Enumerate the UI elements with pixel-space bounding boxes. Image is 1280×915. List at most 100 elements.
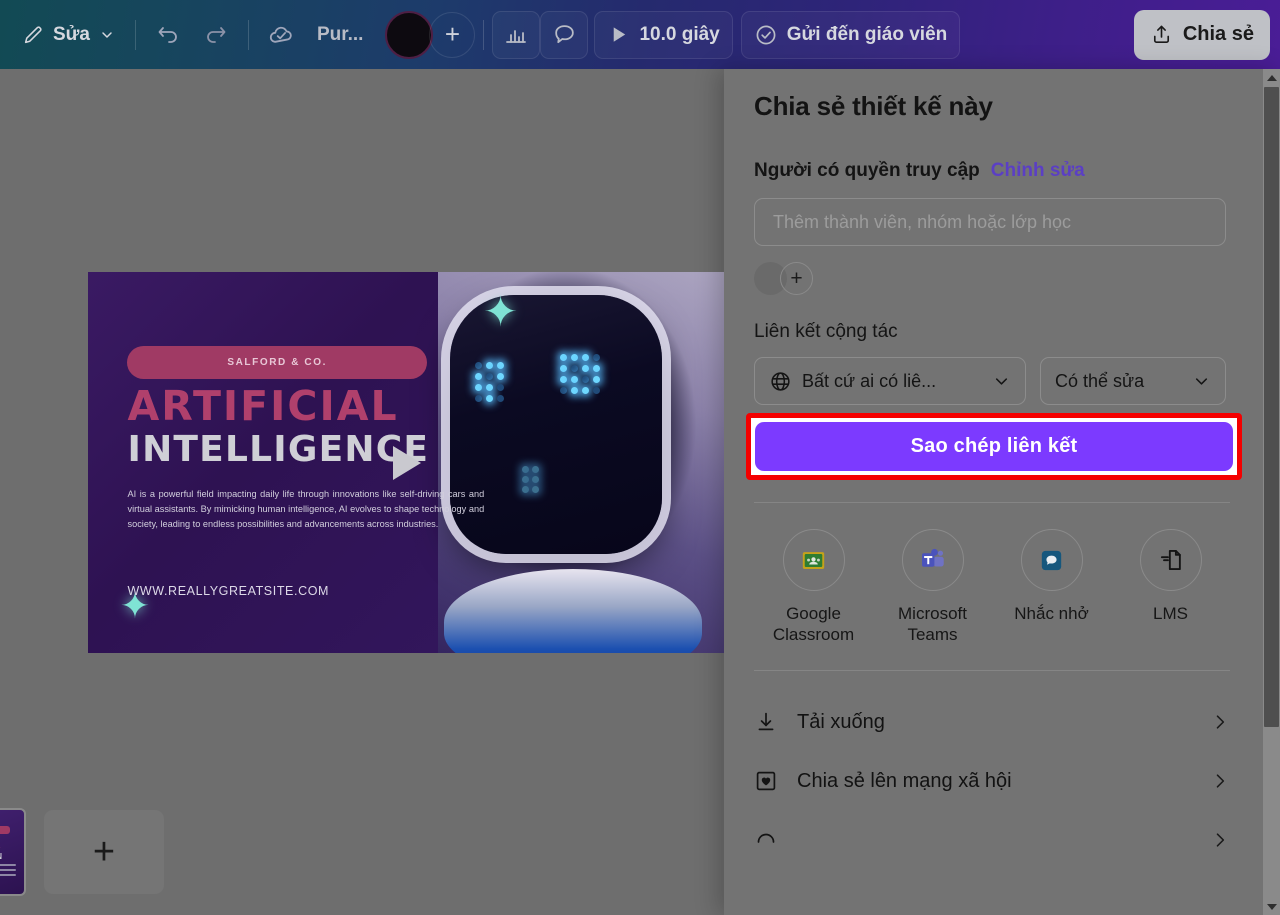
top-toolbar: Sửa Pur... + 10.0 giây Gửi đến giáo viên… — [0, 0, 1280, 69]
analytics-button[interactable] — [492, 10, 541, 59]
menu-item-label: Chia sẻ lên mạng xã hội — [797, 769, 1012, 792]
share-app-remind[interactable]: Nhắc nhở — [992, 529, 1111, 646]
brand-pill-label: SALFORD & CO. — [227, 356, 328, 368]
collab-dropdown-row: Bất cứ ai có liê... Có thể sửa — [754, 357, 1250, 405]
panel-scrollbar[interactable] — [1263, 69, 1280, 915]
google-classroom-icon — [782, 529, 845, 591]
design-canvas[interactable]: ✦ ✦ SALFORD & CO. ARTIFICIAL INTELLIGENC… — [88, 272, 725, 653]
share-app-label: Nhắc nhở — [1014, 604, 1089, 623]
design-headline-line2: INTELLIGENCE — [127, 429, 430, 471]
add-member-button[interactable]: + — [780, 262, 813, 295]
send-to-teacher-label: Gửi đến giáo viên — [786, 23, 948, 45]
undo-icon — [156, 23, 180, 47]
comment-bubble-icon — [552, 22, 577, 47]
share-app-google-classroom[interactable]: Google Classroom — [754, 529, 873, 646]
four-point-star-icon: ✦ — [482, 288, 519, 336]
send-to-teacher-button[interactable]: Gửi đến giáo viên — [740, 10, 961, 59]
comments-button[interactable] — [540, 10, 589, 59]
panel-divider-2 — [754, 669, 1230, 671]
share-app-label: Microsoft Teams — [898, 604, 967, 645]
scroll-down-arrow[interactable] — [1263, 898, 1280, 915]
access-label: Người có quyền truy cập — [754, 160, 980, 181]
remind-icon — [1020, 529, 1083, 591]
access-edit-link[interactable]: Chỉnh sửa — [991, 160, 1085, 182]
toolbar-divider-3 — [483, 19, 485, 50]
bar-chart-icon — [504, 23, 528, 47]
add-color-label: + — [444, 19, 461, 49]
share-upload-icon — [1150, 23, 1173, 46]
link-permission-value: Có thể sửa — [1055, 370, 1145, 391]
play-icon[interactable] — [392, 445, 421, 480]
cloud-check-icon — [268, 21, 295, 48]
add-member-plus-label: + — [790, 267, 803, 290]
add-page-label: + — [92, 831, 116, 873]
share-menu-list: Tải xuống Chia sẻ lên mạng xã hội — [754, 693, 1230, 870]
document-title-label: Pur... — [317, 23, 364, 45]
document-title[interactable]: Pur... — [305, 11, 375, 59]
chevron-down-icon — [99, 27, 115, 43]
menu-item-download[interactable]: Tải xuống — [754, 693, 1230, 752]
page-thumbnail[interactable]: A IN — [0, 808, 26, 896]
chevron-down-icon — [992, 372, 1011, 391]
share-app-label: LMS — [1153, 604, 1188, 623]
design-website-url: WWW.REALLYGREATSITE.COM — [127, 584, 330, 599]
color-swatch-group: + — [385, 10, 476, 59]
scroll-up-arrow[interactable] — [1263, 69, 1280, 86]
chevron-right-icon — [1210, 830, 1230, 850]
share-panel: Chia sẻ thiết kế này Người có quyền truy… — [724, 69, 1280, 915]
partial-icon — [754, 828, 778, 852]
chevron-right-icon — [1210, 712, 1230, 732]
download-icon — [754, 710, 778, 734]
share-app-lms[interactable]: LMS — [1111, 529, 1230, 646]
add-member-placeholder: Thêm thành viên, nhóm hoặc lớp học — [773, 211, 1071, 232]
robot-body-image — [444, 569, 703, 653]
share-apps-row: Google Classroom Microsoft Teams Nhắc nh… — [754, 529, 1230, 646]
thumbnail-pill — [0, 826, 10, 834]
access-header: Người có quyền truy cập Chỉnh sửa — [754, 160, 1250, 182]
design-headline-line1: ARTIFICIAL — [127, 382, 399, 431]
add-page-button[interactable]: + — [44, 810, 164, 894]
share-button[interactable]: Chia sẻ — [1133, 9, 1270, 60]
preview-duration-button[interactable]: 10.0 giây — [594, 10, 733, 59]
menu-item-label: Tải xuống — [797, 710, 885, 733]
menu-item-partial[interactable] — [754, 811, 1230, 870]
lms-document-icon — [1139, 529, 1202, 591]
edit-mode-label: Sửa — [53, 23, 90, 45]
link-permission-dropdown[interactable]: Có thể sửa — [1040, 357, 1226, 405]
share-button-label: Chia sẻ — [1182, 23, 1254, 45]
check-circle-icon — [754, 23, 778, 47]
share-app-microsoft-teams[interactable]: Microsoft Teams — [873, 529, 992, 646]
globe-icon — [769, 370, 792, 393]
design-body-text: AI is a powerful field impacting daily l… — [127, 489, 485, 530]
duration-label: 10.0 giây — [639, 23, 720, 45]
microsoft-teams-icon — [901, 529, 964, 591]
chevron-down-icon — [1192, 372, 1211, 391]
redo-icon — [204, 23, 228, 47]
copy-link-highlight: Sao chép liên kết — [746, 413, 1242, 480]
menu-item-share-social[interactable]: Chia sẻ lên mạng xã hội — [754, 752, 1230, 811]
cloud-save-status-button[interactable] — [257, 11, 305, 59]
undo-button[interactable] — [144, 11, 192, 59]
add-member-input[interactable]: Thêm thành viên, nhóm hoặc lớp học — [754, 198, 1226, 246]
panel-divider-1 — [754, 502, 1230, 503]
thumbnail-headline1: A — [0, 840, 1, 850]
color-swatch[interactable] — [385, 10, 434, 59]
link-visibility-dropdown[interactable]: Bất cứ ai có liê... — [754, 357, 1026, 405]
edit-mode-button[interactable]: Sửa — [10, 11, 127, 59]
thumbnail-headline2: IN — [0, 852, 2, 861]
heart-square-icon — [754, 769, 778, 793]
link-visibility-value: Bất cứ ai có liê... — [802, 370, 937, 391]
brand-pill: SALFORD & CO. — [127, 346, 427, 379]
redo-button[interactable] — [192, 11, 240, 59]
chevron-right-icon — [1210, 771, 1230, 791]
panel-title: Chia sẻ thiết kế này — [754, 91, 993, 121]
copy-link-button[interactable]: Sao chép liên kết — [755, 422, 1233, 471]
share-app-label: Google Classroom — [772, 604, 855, 645]
thumbnail-body-lines — [0, 864, 16, 879]
play-icon — [607, 23, 630, 46]
collab-section-title: Liên kết cộng tác — [754, 321, 898, 342]
member-avatars: + — [754, 262, 1250, 295]
design-background-right — [438, 272, 725, 653]
scrollbar-thumb[interactable] — [1264, 87, 1279, 727]
add-color-button[interactable]: + — [429, 11, 476, 58]
